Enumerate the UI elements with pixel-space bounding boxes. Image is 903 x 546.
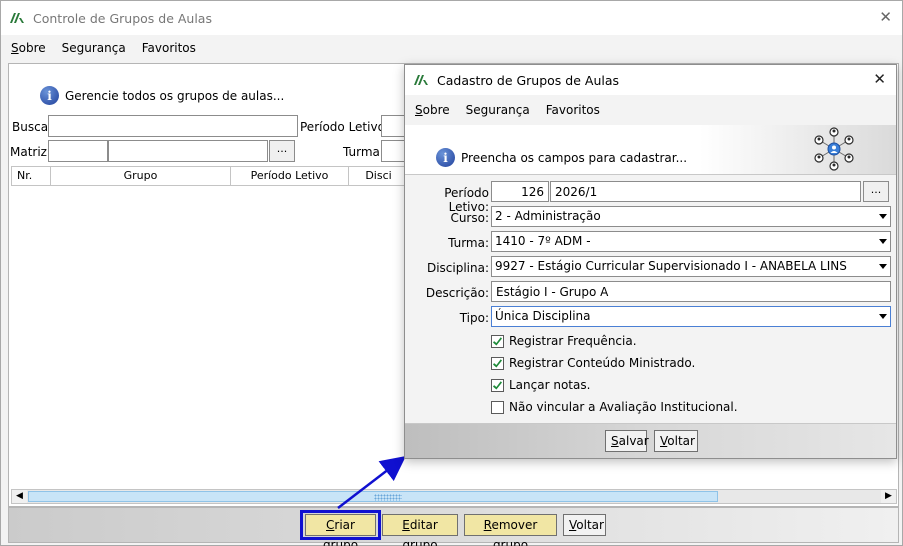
- turma-label: Turma:: [343, 145, 384, 159]
- busca-label: Busca:: [12, 120, 53, 134]
- matriz-code-input[interactable]: [48, 140, 108, 162]
- horizontal-scrollbar[interactable]: ◀ ▶: [11, 489, 897, 504]
- dialog-menu-sobre[interactable]: Sobre: [415, 103, 450, 117]
- chevron-down-icon: [879, 239, 887, 244]
- main-menubar: Sobre Segurança Favoritos: [1, 35, 902, 61]
- busca-input[interactable]: [48, 115, 298, 137]
- app-logo-icon: [10, 13, 24, 23]
- scroll-left-icon[interactable]: ◀: [12, 490, 27, 503]
- matriz-label: Matriz:: [10, 145, 52, 159]
- scroll-thumb[interactable]: [28, 491, 718, 502]
- check-registrar-frequencia[interactable]: Registrar Frequência.: [491, 334, 637, 348]
- dialog-menubar: Sobre Segurança Favoritos: [405, 95, 896, 125]
- criar-grupo-button[interactable]: Criar grupo: [305, 514, 376, 546]
- chevron-down-icon: [879, 314, 887, 319]
- matriz-name-input[interactable]: [108, 140, 268, 162]
- salvar-button[interactable]: Salvar: [605, 430, 649, 452]
- main-info: i Gerencie todos os grupos de aulas...: [40, 86, 284, 105]
- dialog-titlebar: Cadastro de Grupos de Aulas: [405, 65, 896, 95]
- menu-seguranca[interactable]: Segurança: [62, 41, 126, 55]
- remover-grupo-button[interactable]: Remover grupo: [464, 514, 557, 546]
- tipo-label: Tipo:: [459, 311, 489, 325]
- curso-value: 2 - Administração: [495, 209, 601, 223]
- periodo-search-button[interactable]: ...: [863, 181, 889, 202]
- checkbox-checked[interactable]: [491, 378, 504, 392]
- editar-grupo-button[interactable]: Editar grupo: [382, 514, 458, 546]
- periodo-value-input[interactable]: 2026/1: [550, 181, 861, 202]
- main-voltar-button[interactable]: Voltar: [563, 514, 606, 536]
- main-window-title: Controle de Grupos de Aulas: [33, 10, 212, 26]
- turma-dialog-label: Turma:: [448, 236, 489, 250]
- col-nr[interactable]: Nr.: [11, 166, 51, 185]
- dialog-info-text: Preencha os campos para cadastrar...: [461, 150, 688, 165]
- info-icon: i: [40, 86, 59, 105]
- dialog-app-logo-icon: [414, 75, 428, 85]
- col-periodo[interactable]: Período Letivo: [231, 166, 349, 185]
- checkbox-checked[interactable]: [491, 356, 504, 370]
- check-nao-vincular[interactable]: Não vincular a Avaliação Institucional.: [491, 400, 738, 414]
- check-label: Registrar Frequência.: [509, 334, 637, 348]
- checkbox-checked[interactable]: [491, 334, 504, 348]
- dialog-info: i Preencha os campos para cadastrar...: [436, 148, 687, 167]
- main-action-bar: Criar grupo Editar grupo Remover grupo V…: [8, 507, 899, 546]
- dialog-close-icon[interactable]: ✕: [873, 71, 886, 87]
- check-registrar-conteudo[interactable]: Registrar Conteúdo Ministrado.: [491, 356, 695, 370]
- check-lancar-notas[interactable]: Lançar notas.: [491, 378, 590, 392]
- people-network-icon: [814, 127, 854, 171]
- dialog-info-icon: i: [436, 148, 455, 167]
- cadastro-dialog: Cadastro de Grupos de Aulas ✕ Sobre Segu…: [404, 64, 897, 459]
- check-label: Registrar Conteúdo Ministrado.: [509, 356, 696, 370]
- curso-select[interactable]: 2 - Administração: [491, 206, 891, 227]
- tipo-value: Única Disciplina: [495, 309, 591, 323]
- grid-header: Nr. Grupo Período Letivo Disci: [11, 166, 409, 186]
- disciplina-value: 9927 - Estágio Curricular Supervisionado…: [495, 259, 847, 273]
- scroll-grip: [374, 494, 402, 501]
- col-disciplina[interactable]: Disci: [349, 166, 409, 185]
- chevron-down-icon: [879, 264, 887, 269]
- check-label: Não vincular a Avaliação Institucional.: [509, 400, 738, 414]
- scroll-right-icon[interactable]: ▶: [881, 490, 896, 503]
- matriz-search-button[interactable]: ...: [269, 140, 295, 162]
- menu-sobre[interactable]: Sobre: [11, 41, 46, 55]
- dialog-header: i Preencha os campos para cadastrar...: [405, 125, 896, 175]
- dialog-menu-seguranca[interactable]: Segurança: [466, 103, 530, 117]
- main-titlebar: Controle de Grupos de Aulas: [1, 1, 902, 35]
- dialog-footer: Salvar Voltar: [405, 423, 896, 458]
- disciplina-label: Disciplina:: [426, 261, 489, 275]
- chevron-down-icon: [879, 214, 887, 219]
- menu-favoritos[interactable]: Favoritos: [142, 41, 196, 55]
- periodo-code-input[interactable]: 126: [491, 181, 549, 202]
- disciplina-select[interactable]: 9927 - Estágio Curricular Supervisionado…: [491, 256, 891, 277]
- col-grupo[interactable]: Grupo: [51, 166, 231, 185]
- turma-value: 1410 - 7º ADM -: [495, 234, 591, 248]
- periodo-label: Período Letivo:: [300, 120, 389, 134]
- dialog-title: Cadastro de Grupos de Aulas: [437, 72, 620, 88]
- curso-label: Curso:: [450, 211, 489, 225]
- descricao-input[interactable]: Estágio I - Grupo A: [491, 281, 891, 302]
- tipo-select[interactable]: Única Disciplina: [491, 306, 891, 327]
- periodo-letivo-label: Período Letivo:: [444, 186, 489, 214]
- check-label: Lançar notas.: [509, 378, 591, 392]
- dialog-menu-favoritos[interactable]: Favoritos: [546, 103, 600, 117]
- main-info-text: Gerencie todos os grupos de aulas...: [65, 88, 285, 103]
- dialog-voltar-button[interactable]: Voltar: [654, 430, 698, 452]
- checkbox-unchecked[interactable]: [491, 400, 504, 414]
- main-close-icon[interactable]: ✕: [879, 9, 892, 25]
- descricao-label: Descrição:: [425, 286, 489, 300]
- turma-select[interactable]: 1410 - 7º ADM -: [491, 231, 891, 252]
